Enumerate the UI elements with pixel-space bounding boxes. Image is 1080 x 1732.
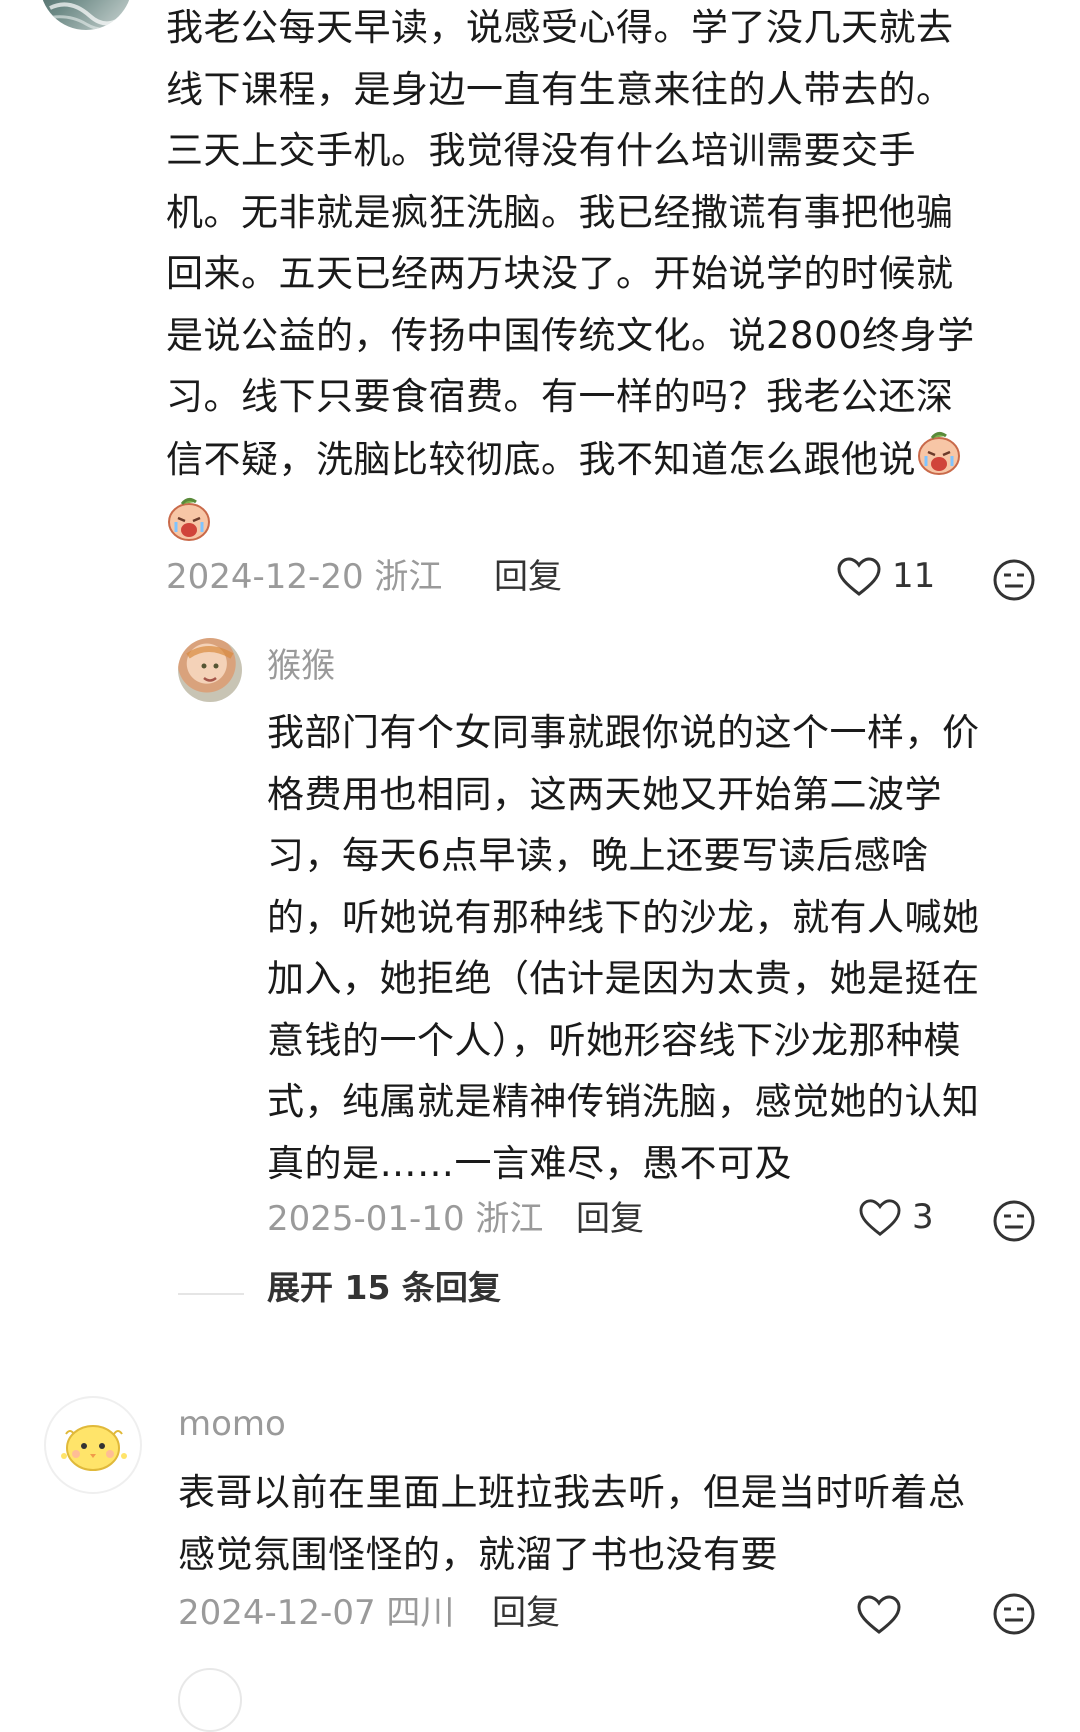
reply-line: 格费用也相同，这两天她又开始第二波学 — [267, 772, 942, 816]
heart-outline-icon — [857, 1595, 901, 1634]
comment-line: 我老公每天早读，说感受心得。学了没几天就去 — [166, 6, 954, 49]
reply-1-dislike-button[interactable] — [992, 1199, 1036, 1247]
comment-2-date-location: 2024-12-07 四川 — [178, 1593, 455, 1633]
comment-line: 信不疑，洗脑比较彻底。我不知道怎么跟他说 — [166, 428, 1046, 495]
comment-line: 回来。五天已经两万块没了。开始说学的时候就 — [166, 252, 954, 295]
reply-1-like-count: 3 — [912, 1197, 934, 1237]
comment-2-text: 表哥以前在里面上班拉我去听，但是当时听着总 感觉氛围怪怪的，就溜了书也没有要 — [178, 1462, 1058, 1585]
comment-1-like-count: 11 — [892, 556, 936, 596]
reply-1-reply-button[interactable]: 回复 — [576, 1196, 644, 1242]
avatar-commenter-2[interactable] — [44, 1396, 142, 1494]
reply-1-date-location: 2025-01-10 浙江 — [267, 1199, 544, 1239]
comment-1-date-location: 2024-12-20 浙江 — [166, 557, 443, 597]
avatar-commenter-1[interactable] — [40, 0, 132, 30]
avatar-image — [40, 2, 132, 30]
comment-2-username[interactable]: momo — [178, 1402, 286, 1446]
reply-line: 我部门有个女同事就跟你说的这个一样，价 — [267, 711, 980, 754]
comment-line-text: 信不疑，洗脑比较彻底。我不知道怎么跟他说 — [166, 437, 916, 481]
avatar-commenter-3[interactable] — [178, 1668, 242, 1732]
reply-line: 意钱的一个人），听她形容线下沙龙那种模 — [267, 1018, 961, 1062]
comment-line: 是说公益的，传扬中国传统文化。说2800终身学 — [166, 313, 975, 357]
reply-1-text: 我部门有个女同事就跟你说的这个一样，价 格费用也相同，这两天她又开始第二波学 习… — [267, 702, 1057, 1194]
avatar-image — [186, 646, 234, 682]
expand-divider — [178, 1293, 244, 1295]
comment-1-reply-button[interactable]: 回复 — [494, 554, 562, 600]
comment-line: 机。无非就是疯狂洗脑。我已经撒谎有事把他骗 — [166, 190, 954, 234]
comment-2-like-button[interactable] — [856, 1594, 902, 1640]
heart-outline-icon — [859, 1199, 901, 1236]
comment-1-text: 我老公每天早读，说感受心得。学了没几天就去 线下课程，是身边一直有生意来往的人带… — [166, 0, 1046, 555]
crying-emoji-icon — [916, 428, 962, 495]
reply-line: 习，每天6点早读，晚上还要写读后感啥 — [267, 834, 929, 877]
heart-outline-icon — [837, 557, 881, 596]
comment-2-reply-button[interactable]: 回复 — [492, 1590, 560, 1636]
avatar-image — [61, 1425, 127, 1471]
avatar-reply-1[interactable] — [178, 638, 242, 702]
crying-emoji-icon — [166, 494, 212, 561]
neutral-face-icon — [993, 1200, 1035, 1242]
reply-line: 式，纯属就是精神传销洗脑，感觉她的认知 — [267, 1080, 980, 1123]
comment-line: 线下课程，是身边一直有生意来往的人带去的。 — [166, 67, 954, 111]
reply-1-username[interactable]: 猴猴 — [267, 644, 335, 688]
comment-line-emoji — [166, 494, 1046, 555]
reply-1-like-button[interactable] — [858, 1198, 902, 1242]
comment-2-dislike-button[interactable] — [992, 1592, 1036, 1640]
comment-line: 习。线下只要食宿费。有一样的吗？我老公还深 — [166, 375, 954, 418]
neutral-face-icon — [993, 559, 1035, 601]
expand-replies-button[interactable]: 展开 15 条回复 — [267, 1266, 501, 1310]
reply-line: 的，听她说有那种线下的沙龙，就有人喊她 — [267, 895, 980, 939]
reply-line: 加入，她拒绝（估计是因为太贵，她是挺在 — [267, 957, 980, 1000]
comment-line: 三天上交手机。我觉得没有什么培训需要交手 — [166, 129, 916, 172]
reply-line: 真的是……一言难尽，愚不可及 — [267, 1141, 792, 1185]
comment-line: 感觉氛围怪怪的，就溜了书也没有要 — [178, 1532, 778, 1576]
comment-1-dislike-button[interactable] — [992, 558, 1036, 606]
comment-line: 表哥以前在里面上班拉我去听，但是当时听着总 — [178, 1471, 966, 1514]
neutral-face-icon — [993, 1593, 1035, 1635]
comment-1-like-button[interactable] — [836, 556, 882, 602]
